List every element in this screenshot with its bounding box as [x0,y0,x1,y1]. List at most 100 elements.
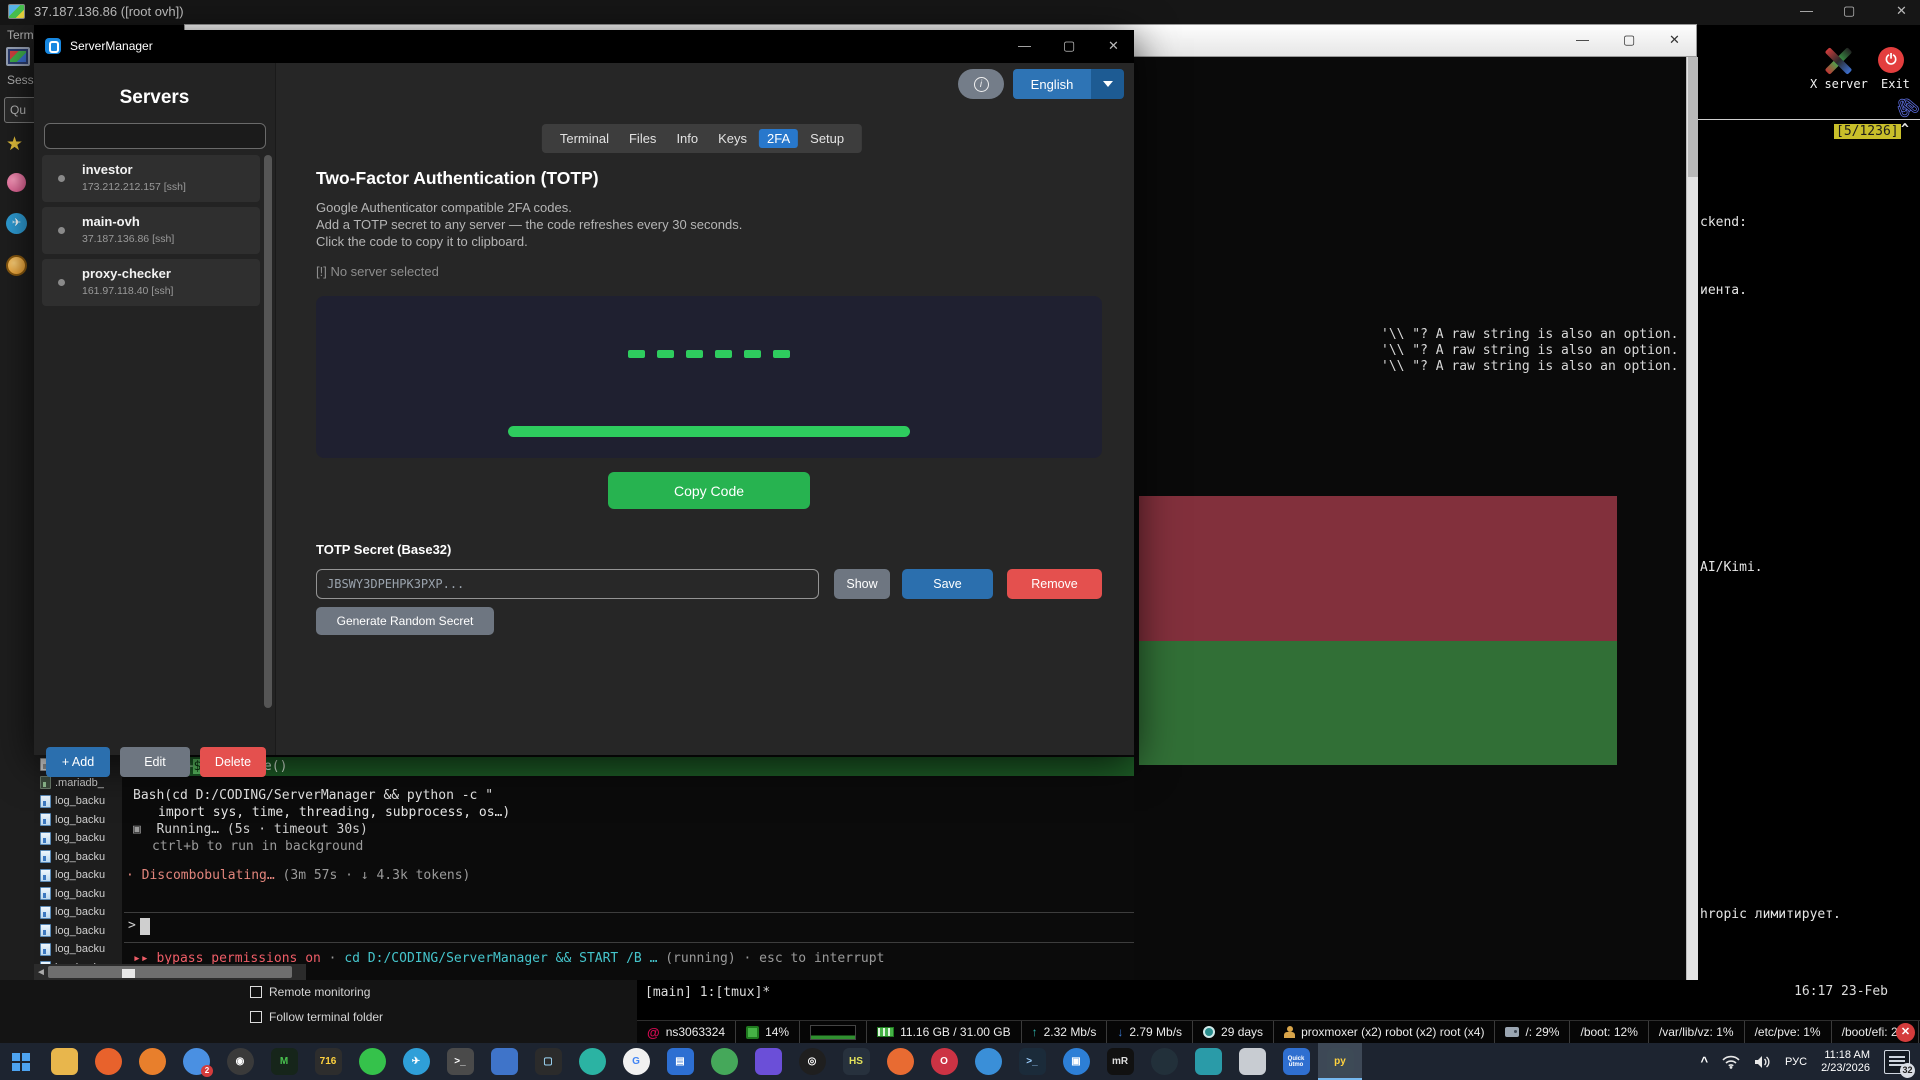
remote-monitoring-row[interactable]: Remote monitoring [250,985,370,999]
maximize-icon[interactable]: ▢ [1843,3,1855,19]
opera-icon[interactable]: O [922,1043,966,1080]
server-list-item[interactable]: proxy-checker161.97.118.40 [ssh] [42,259,260,306]
hs-app-icon[interactable]: HS [834,1043,878,1080]
notepad-icon[interactable] [1230,1043,1274,1080]
chat-app-icon[interactable] [966,1043,1010,1080]
x-server-icon[interactable] [1823,47,1851,75]
server-search-input[interactable] [44,123,266,149]
file-list-item[interactable]: log_backu [34,903,122,922]
info-button[interactable]: i [958,69,1004,99]
follow-folder-row[interactable]: Follow terminal folder [250,1010,383,1024]
server-list-scrollbar[interactable] [264,155,272,708]
speaker-icon[interactable] [1754,1055,1771,1069]
remove-secret-button[interactable]: Remove [1007,569,1102,599]
notification-center-icon[interactable]: 32 [1884,1050,1910,1074]
drive-app-icon[interactable]: ▤ [658,1043,702,1080]
brave-icon[interactable] [86,1043,130,1080]
wifi-icon[interactable] [1722,1055,1740,1069]
sidebar-item-sessions[interactable]: Sess [7,73,34,87]
obs-icon[interactable]: ◎ [790,1043,834,1080]
file-list-item[interactable]: log_backu [34,811,122,830]
generate-secret-button[interactable]: Generate Random Secret [316,607,494,635]
sessions-icon[interactable] [6,47,30,66]
telegram-icon[interactable]: ✈ [394,1043,438,1080]
scroll-up-icon[interactable]: ^ [1901,122,1909,137]
copy-code-button[interactable]: Copy Code [608,472,810,509]
file-list-item[interactable]: log_backu [34,866,122,885]
quick-connect-box[interactable]: Qu [4,97,34,123]
checkbox-icon[interactable] [250,1011,262,1023]
delete-server-button[interactable]: Delete [200,747,266,777]
tab-keys[interactable]: Keys [710,129,755,148]
file-list-item[interactable]: log_backu [34,792,122,811]
show-secret-button[interactable]: Show [834,569,890,599]
maximize-icon[interactable]: ▢ [1623,32,1635,48]
python-terminal-icon[interactable]: py [1318,1043,1362,1080]
close-icon[interactable]: ✕ [1896,3,1907,19]
terminal-icon[interactable]: >_ [438,1043,482,1080]
file-explorer-icon[interactable] [42,1043,86,1080]
flame-app-icon[interactable] [878,1043,922,1080]
file-list-item[interactable]: log_backu [34,940,122,959]
tab-files[interactable]: Files [621,129,664,148]
tab-info[interactable]: Info [668,129,706,148]
green-app-icon[interactable] [702,1043,746,1080]
vnc-app-icon[interactable] [1186,1043,1230,1080]
scrollbar-thumb[interactable] [48,966,292,978]
exit-label[interactable]: Exit [1881,77,1910,91]
edit-server-button[interactable]: Edit [120,747,190,777]
scrollbar[interactable] [1686,57,1698,980]
whatsapp-icon[interactable] [350,1043,394,1080]
save-secret-button[interactable]: Save [902,569,993,599]
powershell-icon[interactable]: >_ [1010,1043,1054,1080]
mobaxterm-icon[interactable]: M [262,1043,306,1080]
blue-folder-icon[interactable] [482,1043,526,1080]
minimize-icon[interactable]: — [1576,32,1589,47]
tab-setup[interactable]: Setup [802,129,852,148]
scroll-left-icon[interactable]: ◄ [34,967,48,978]
chromium-icon[interactable]: 2 [174,1043,218,1080]
start-button[interactable] [0,1043,42,1080]
quick-utmo-icon[interactable]: Quick utmo [1274,1043,1318,1080]
horizontal-scrollbar[interactable]: ◄ [34,964,306,980]
monitor-app-icon[interactable]: ▢ [526,1043,570,1080]
x-server-label[interactable]: X server [1810,77,1868,91]
close-icon[interactable]: ✕ [1108,38,1119,54]
language-dropdown[interactable]: English [1013,69,1124,99]
totp-secret-input[interactable] [316,569,819,599]
mremoteng-icon[interactable]: mR [1098,1043,1142,1080]
server-list-item[interactable]: investor173.212.212.157 [ssh] [42,155,260,202]
file-list-item[interactable]: log_backu [34,885,122,904]
server-list-item[interactable]: main-ovh37.187.136.86 [ssh] [42,207,260,254]
firefox-icon[interactable] [130,1043,174,1080]
pink-bookmark-icon[interactable] [7,173,26,192]
close-icon[interactable]: ✕ [1669,32,1680,48]
keyboard-language[interactable]: РУС [1785,1056,1807,1068]
file-list-item[interactable]: log_backu [34,922,122,941]
anydesk-icon[interactable]: 716 [306,1043,350,1080]
minimize-icon[interactable]: — [1800,3,1813,18]
tab-terminal[interactable]: Terminal [552,129,617,148]
add-server-button[interactable]: + Add [46,747,110,777]
star-bookmark-icon[interactable]: ★ [6,133,23,156]
checkbox-icon[interactable] [250,986,262,998]
sidebar-item-terminal[interactable]: Term [7,28,34,42]
file-list-item[interactable]: log_backu [34,829,122,848]
totp-code-panel[interactable] [316,296,1102,458]
purple-app-icon[interactable] [746,1043,790,1080]
close-monitoring-icon[interactable]: ✕ [1896,1023,1915,1042]
dark-app-icon[interactable]: ◉ [218,1043,262,1080]
maximize-icon[interactable]: ▢ [1063,38,1075,54]
exit-power-icon[interactable]: ⏻ [1878,47,1904,73]
file-list-item[interactable]: log_backu [34,848,122,867]
scrollbar-thumb[interactable] [1688,57,1698,177]
google-icon[interactable]: G [614,1043,658,1080]
tray-expand-icon[interactable]: ^ [1700,1054,1708,1069]
minimize-icon[interactable]: — [1018,38,1031,53]
tab-2fa[interactable]: 2FA [759,129,798,148]
tray-clock[interactable]: 11:18 AM2/23/2026 [1821,1049,1870,1075]
telegram-icon[interactable]: ✈ [6,213,27,234]
blue-monitor-icon[interactable]: ▣ [1054,1043,1098,1080]
orange-bookmark-icon[interactable] [6,255,27,276]
steam-app-icon[interactable] [1142,1043,1186,1080]
